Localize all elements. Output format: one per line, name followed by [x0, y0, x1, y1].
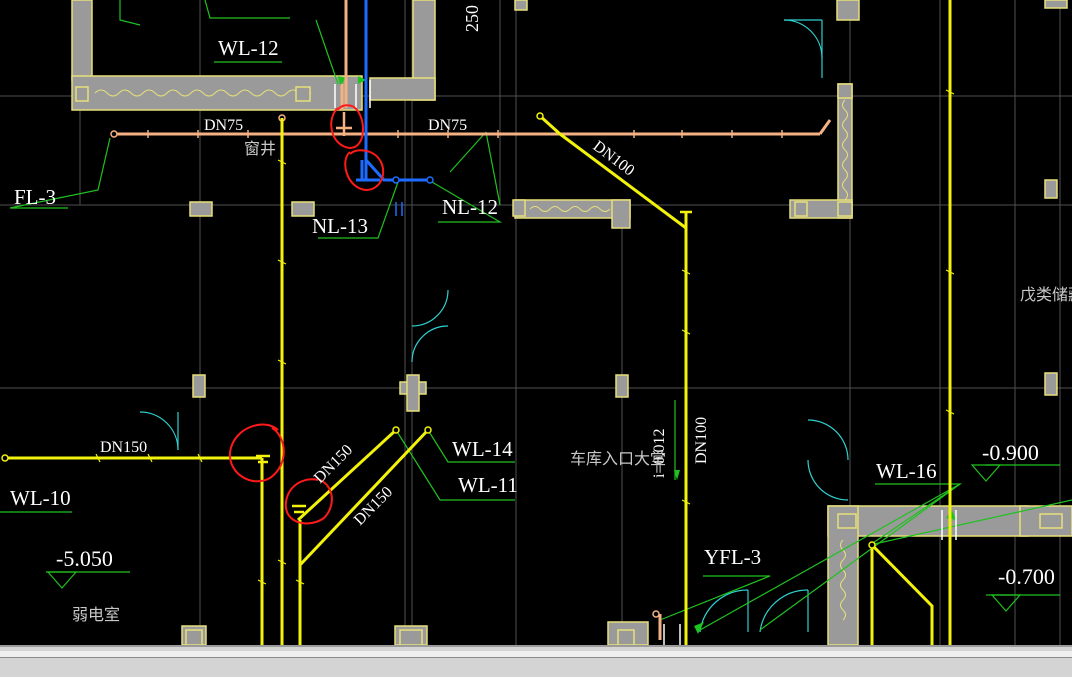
- walls: [71, 0, 1072, 645]
- room-window-shaft: 窗井: [244, 139, 276, 158]
- label-wl-16: WL-16: [876, 459, 937, 483]
- cad-drawing-canvas[interactable]: WL-12 FL-3 NL-13 NL-12 WL-10 WL-14 WL-11…: [0, 0, 1072, 645]
- doors: [139, 19, 849, 633]
- label-elev-0900: -0.900: [982, 440, 1039, 465]
- yellow-pipe-ticks: [95, 89, 955, 585]
- label-wl-10: WL-10: [10, 486, 71, 510]
- label-dn150-left: DN150: [100, 439, 147, 456]
- label-dn75-left: DN75: [204, 117, 243, 134]
- label-elev-5050: -5.050: [56, 546, 113, 571]
- label-yfl-3: YFL-3: [704, 545, 761, 569]
- room-storage: 戊类储藏: [1020, 285, 1072, 304]
- elevation-markers: [46, 464, 1022, 612]
- status-bar: [0, 645, 1072, 677]
- label-dim-250: 250: [462, 5, 482, 32]
- yellow-pipe-nodes: [1, 112, 876, 549]
- red-circle-annotations: [228, 104, 385, 525]
- room-weak-current: 弱电室: [72, 605, 120, 624]
- label-dn100-vert: DN100: [693, 417, 710, 464]
- label-nl-13: NL-13: [312, 214, 368, 238]
- label-fl-3: FL-3: [14, 185, 56, 209]
- orange-pipe-nodes: [110, 114, 660, 618]
- label-wl-11: WL-11: [458, 473, 518, 497]
- green-arrow-markers: [338, 76, 956, 634]
- label-nl-12: NL-12: [442, 195, 498, 219]
- room-garage-entry: 车库入口大堂: [570, 449, 666, 468]
- label-dn150-diag-a: DN150: [311, 441, 356, 486]
- label-elev-0700: -0.700: [998, 564, 1055, 589]
- horizontal-scrollbar[interactable]: [0, 651, 1072, 658]
- labels: WL-12 FL-3 NL-13 NL-12 WL-10 WL-14 WL-11…: [10, 36, 937, 569]
- wall-hatching: [94, 89, 848, 621]
- label-wl-14: WL-14: [452, 437, 513, 461]
- label-wl-12: WL-12: [218, 36, 279, 60]
- label-dn75-right: DN75: [428, 117, 467, 134]
